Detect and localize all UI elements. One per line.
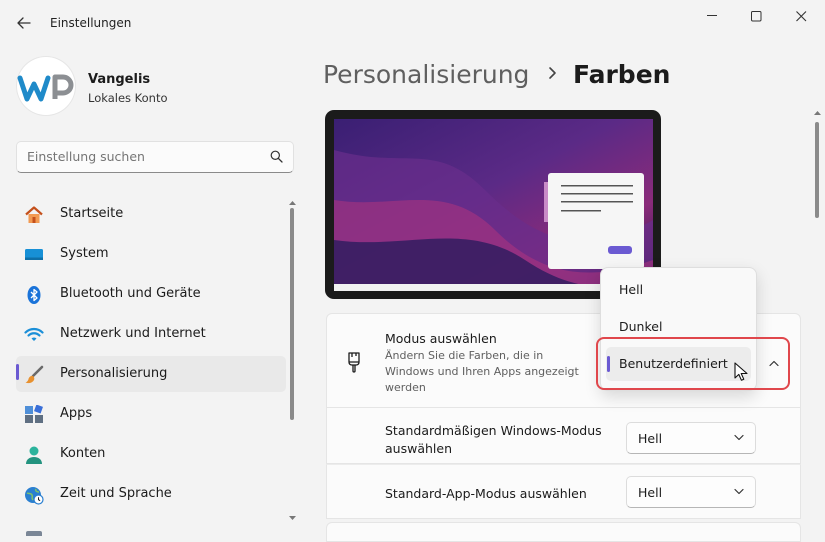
next-nav-icon-partial — [24, 524, 44, 536]
sidebar-item-label: Konten — [60, 446, 106, 461]
windows-mode-title: Standardmäßigen Windows-Modus auswählen — [385, 423, 602, 456]
main-scroll-up-icon[interactable] — [813, 110, 822, 116]
user-name: Vangelis — [88, 72, 151, 87]
sidebar-item-bluetooth[interactable]: Bluetooth und Geräte — [16, 276, 286, 312]
sidebar-item-label: Startseite — [60, 206, 124, 221]
sidebar-scrollbar[interactable] — [290, 208, 294, 420]
paintbrush-icon — [348, 352, 360, 373]
back-button[interactable] — [8, 8, 40, 38]
wp-logo-icon — [17, 74, 74, 102]
close-icon — [795, 10, 806, 21]
app-mode-value: Hell — [638, 485, 663, 500]
account-type: Lokales Konto — [88, 91, 168, 105]
search-box[interactable] — [16, 141, 294, 173]
sidebar-item-system[interactable]: System — [16, 236, 286, 272]
sidebar-item-label: Netzwerk und Internet — [60, 326, 206, 341]
sidebar-item-label: Apps — [60, 406, 93, 421]
sidebar-item-apps[interactable]: Apps — [16, 396, 286, 432]
sidebar-item-konten[interactable]: Konten — [16, 436, 286, 472]
search-input[interactable] — [27, 149, 257, 164]
close-button[interactable] — [777, 0, 825, 32]
sidebar-item-label: Bluetooth und Geräte — [60, 286, 201, 301]
sidebar-item-personalisierung[interactable]: Personalisierung — [16, 356, 286, 392]
app-mode-dropdown[interactable]: Hell — [626, 476, 756, 508]
scroll-down-icon[interactable] — [288, 515, 297, 521]
apps-icon — [25, 405, 43, 423]
minimize-icon — [706, 15, 717, 16]
windows-mode-value: Hell — [638, 431, 663, 446]
active-indicator — [16, 364, 19, 380]
page-title: Farben — [573, 60, 671, 89]
maximize-icon — [750, 10, 761, 21]
home-icon — [25, 206, 43, 223]
avatar[interactable] — [17, 57, 75, 115]
system-icon — [25, 249, 43, 260]
sidebar-item-label: Personalisierung — [60, 366, 168, 381]
clock-globe-icon — [25, 487, 44, 505]
breadcrumb-parent[interactable]: Personalisierung — [323, 60, 529, 89]
back-arrow-icon — [17, 17, 31, 29]
window-title: Einstellungen — [50, 16, 132, 30]
search-icon[interactable] — [270, 150, 283, 163]
app-mode-title: Standard-App-Modus auswählen — [385, 486, 587, 501]
account-icon — [26, 446, 42, 464]
mode-option-hell[interactable]: Hell — [606, 273, 751, 307]
brush-icon — [25, 365, 44, 384]
chevron-down-icon — [734, 488, 744, 495]
mouse-cursor-icon — [734, 362, 748, 381]
sidebar-item-startseite[interactable]: Startseite — [16, 196, 286, 232]
breadcrumb-chevron-icon — [549, 67, 556, 79]
annotation-highlight-box — [596, 337, 790, 390]
sidebar-item-label: System — [60, 246, 109, 261]
mode-setting-title: Modus auswählen — [385, 331, 497, 346]
windows-mode-dropdown[interactable]: Hell — [626, 422, 756, 454]
sidebar-item-label: Zeit und Sprache — [60, 486, 172, 501]
scroll-up-icon[interactable] — [288, 200, 297, 206]
next-card-partial — [326, 522, 801, 542]
bluetooth-icon — [27, 286, 41, 304]
maximize-button[interactable] — [732, 0, 780, 32]
wifi-icon — [24, 327, 44, 341]
sidebar-item-netzwerk[interactable]: Netzwerk und Internet — [16, 316, 286, 352]
mode-option-label: Hell — [619, 282, 644, 297]
mode-option-label: Dunkel — [619, 319, 663, 334]
minimize-button[interactable] — [688, 0, 736, 32]
mode-setting-description: Ändern Sie die Farben, die in Windows un… — [385, 349, 579, 394]
chevron-down-icon — [734, 434, 744, 441]
main-scrollbar[interactable] — [815, 122, 819, 218]
sidebar-item-zeit[interactable]: Zeit und Sprache — [16, 476, 286, 512]
